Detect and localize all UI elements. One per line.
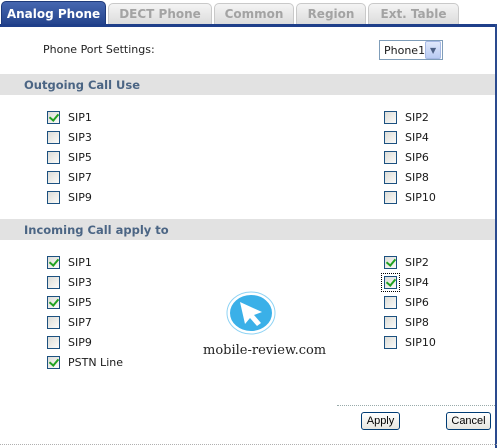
checkbox-label: SIP7 xyxy=(68,315,92,329)
outgoing-sip3[interactable]: SIP3 xyxy=(47,130,92,144)
checkbox[interactable] xyxy=(384,295,397,309)
incoming-pstn-line[interactable]: PSTN Line xyxy=(47,355,123,369)
incoming-sip4[interactable]: SIP4 xyxy=(381,272,429,292)
checkbox-label: SIP2 xyxy=(405,110,429,124)
checkbox[interactable] xyxy=(47,275,60,289)
checkbox[interactable] xyxy=(47,150,60,164)
tab-bar: Analog Phone DECT Phone Common Region Ex… xyxy=(0,0,497,27)
outgoing-sip4[interactable]: SIP4 xyxy=(384,130,429,144)
checkbox-label: SIP9 xyxy=(68,190,92,204)
checkbox[interactable] xyxy=(381,272,400,292)
checkbox[interactable] xyxy=(384,130,397,144)
outgoing-section-header: Outgoing Call Use xyxy=(0,74,495,95)
checkbox[interactable] xyxy=(47,295,60,309)
checkbox[interactable] xyxy=(47,335,60,349)
checkbox-label: SIP9 xyxy=(68,335,92,349)
checkbox[interactable] xyxy=(384,190,397,204)
incoming-sip2[interactable]: SIP2 xyxy=(384,255,429,269)
checkbox-label: SIP8 xyxy=(405,315,429,329)
checkbox-label: SIP7 xyxy=(68,170,92,184)
tab-region[interactable]: Region xyxy=(296,3,366,24)
tab-analog-phone[interactable]: Analog Phone xyxy=(1,1,106,26)
incoming-sip5[interactable]: SIP5 xyxy=(47,295,92,309)
checkbox[interactable] xyxy=(47,255,60,269)
incoming-sip8[interactable]: SIP8 xyxy=(384,315,429,329)
incoming-sip6[interactable]: SIP6 xyxy=(384,295,429,309)
outgoing-sip7[interactable]: SIP7 xyxy=(47,170,92,184)
outgoing-sip10[interactable]: SIP10 xyxy=(384,190,436,204)
checkbox-label: SIP6 xyxy=(405,295,429,309)
checkbox-label: SIP3 xyxy=(68,275,92,289)
outgoing-sip6[interactable]: SIP6 xyxy=(384,150,429,164)
phone-port-value: Phone1 xyxy=(384,43,426,57)
checkbox-label: SIP10 xyxy=(405,190,436,204)
checkbox[interactable] xyxy=(384,255,397,269)
checkbox-label: SIP6 xyxy=(405,150,429,164)
checkbox[interactable] xyxy=(384,315,397,329)
tab-dect-phone[interactable]: DECT Phone xyxy=(108,3,212,24)
checkbox-label: SIP5 xyxy=(68,295,92,309)
checkbox-label: SIP10 xyxy=(405,335,436,349)
checkbox[interactable] xyxy=(47,110,60,124)
checkbox[interactable] xyxy=(47,130,60,144)
checkbox[interactable] xyxy=(47,355,60,369)
outgoing-sip8[interactable]: SIP8 xyxy=(384,170,429,184)
apply-button[interactable]: Apply xyxy=(361,412,400,430)
checkbox-label: SIP1 xyxy=(68,255,92,269)
checkbox-label: SIP1 xyxy=(68,110,92,124)
watermark-logo-icon xyxy=(226,291,276,335)
checkbox-label: SIP5 xyxy=(68,150,92,164)
checkbox[interactable] xyxy=(47,170,60,184)
outgoing-sip9[interactable]: SIP9 xyxy=(47,190,92,204)
incoming-sip1[interactable]: SIP1 xyxy=(47,255,92,269)
tab-ext-table[interactable]: Ext. Table xyxy=(368,3,459,24)
incoming-sip3[interactable]: SIP3 xyxy=(47,275,92,289)
checkbox-label: SIP4 xyxy=(405,275,429,289)
checkbox-label: SIP8 xyxy=(405,170,429,184)
checkbox-label: SIP3 xyxy=(68,130,92,144)
tab-common[interactable]: Common xyxy=(214,3,294,24)
incoming-section-header: Incoming Call apply to xyxy=(0,219,495,240)
footer-divider xyxy=(337,405,495,406)
watermark-text: mobile-review.com xyxy=(203,343,327,358)
incoming-sip9[interactable]: SIP9 xyxy=(47,335,92,349)
tab-underline xyxy=(0,24,497,27)
checkbox-label: SIP2 xyxy=(405,255,429,269)
incoming-sip7[interactable]: SIP7 xyxy=(47,315,92,329)
outgoing-sip2[interactable]: SIP2 xyxy=(384,110,429,124)
checkbox-label: SIP4 xyxy=(405,130,429,144)
checkbox[interactable] xyxy=(384,170,397,184)
checkbox[interactable] xyxy=(384,335,397,349)
phone-port-label: Phone Port Settings: xyxy=(43,43,155,56)
checkbox[interactable] xyxy=(384,110,397,124)
checkbox[interactable] xyxy=(47,315,60,329)
outgoing-sip5[interactable]: SIP5 xyxy=(47,150,92,164)
bottom-divider xyxy=(0,444,497,445)
checkbox-label: PSTN Line xyxy=(68,355,123,369)
cancel-button[interactable]: Cancel xyxy=(446,412,491,430)
checkbox[interactable] xyxy=(384,150,397,164)
checkbox[interactable] xyxy=(47,190,60,204)
chevron-down-icon[interactable]: ▼ xyxy=(425,41,441,59)
outgoing-sip1[interactable]: SIP1 xyxy=(47,110,92,124)
incoming-sip10[interactable]: SIP10 xyxy=(384,335,436,349)
phone-port-select[interactable]: Phone1 ▼ xyxy=(379,40,443,60)
